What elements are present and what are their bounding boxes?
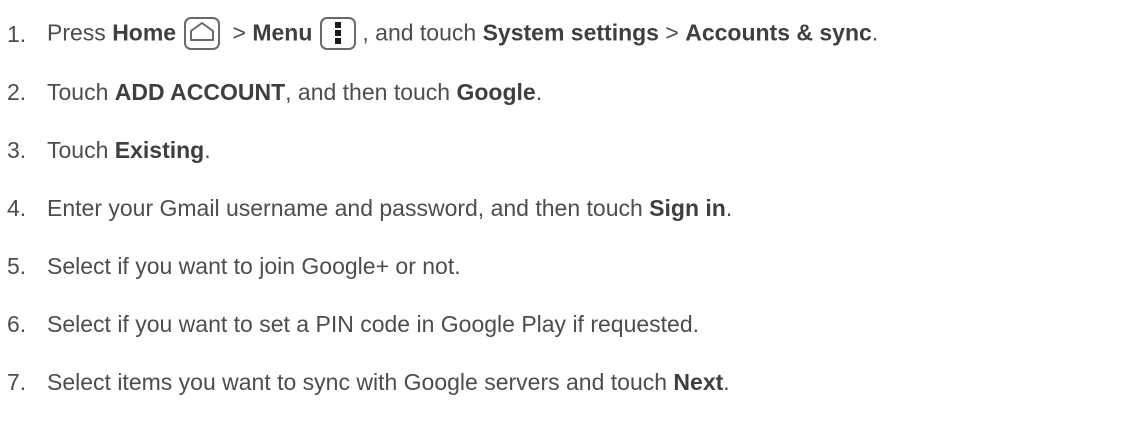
step-text-segment: Select if you want to set a PIN code in …	[47, 310, 700, 337]
step-3: 3. Touch Existing.	[0, 130, 211, 170]
home-key-icon	[184, 16, 221, 50]
step-text-segment: .	[723, 368, 730, 395]
step-7: 7. Select items you want to sync with Go…	[0, 362, 730, 402]
step-text-segment: >	[658, 19, 686, 46]
step-text: Select if you want to join Google+ or no…	[47, 253, 461, 280]
step-1: 1. Press Home > Menu , and touch System s…	[0, 14, 878, 54]
google-label: Google	[456, 78, 536, 105]
step-text-segment: Press	[47, 19, 113, 46]
step-text-segment: .	[725, 194, 733, 221]
step-text-segment: Select items you want to sync with Googl…	[47, 368, 674, 395]
accounts-sync-label: Accounts & sync	[685, 19, 872, 46]
step-text-segment: Enter your Gmail username and password, …	[47, 194, 650, 221]
home-label: Home	[112, 19, 177, 46]
step-text-segment: .	[535, 78, 543, 105]
step-text: Select if you want to set a PIN code in …	[47, 311, 699, 338]
step-text-segment: , and then touch	[285, 78, 457, 105]
step-text: Press Home > Menu , and touch System sett…	[47, 16, 879, 51]
menu-key-icon	[320, 16, 357, 50]
step-2: 2. Touch ADD ACCOUNT, and then touch Goo…	[0, 72, 542, 112]
step-number: 4.	[7, 194, 27, 221]
step-number: 5.	[7, 252, 27, 279]
next-label: Next	[673, 368, 724, 395]
step-text: Select items you want to sync with Googl…	[47, 369, 730, 396]
step-text-segment: Touch	[47, 78, 115, 105]
step-number: 1.	[7, 20, 27, 47]
step-number: 2.	[7, 78, 27, 105]
step-5: 5. Select if you want to join Google+ or…	[0, 246, 461, 286]
step-text-segment: .	[871, 19, 879, 46]
menu-label: Menu	[252, 19, 313, 46]
step-text: Enter your Gmail username and password, …	[47, 195, 732, 222]
step-text: Touch ADD ACCOUNT, and then touch Google…	[47, 79, 542, 106]
step-text: Touch Existing.	[47, 137, 211, 164]
step-number: 7.	[7, 368, 27, 395]
step-text-segment: , and touch	[362, 19, 483, 46]
step-text-segment: Select if you want to join Google+ or no…	[47, 252, 461, 279]
step-text-segment: .	[204, 136, 211, 163]
add-account-label: ADD ACCOUNT	[114, 78, 286, 105]
step-6: 6. Select if you want to set a PIN code …	[0, 304, 699, 344]
step-number: 6.	[7, 310, 27, 337]
system-settings-label: System settings	[482, 19, 659, 46]
step-4: 4. Enter your Gmail username and passwor…	[0, 188, 732, 228]
step-text-segment: Touch	[47, 136, 115, 163]
existing-label: Existing	[114, 136, 205, 163]
sign-in-label: Sign in	[649, 194, 726, 221]
step-text-segment: >	[226, 19, 253, 46]
step-number: 3.	[7, 136, 27, 163]
